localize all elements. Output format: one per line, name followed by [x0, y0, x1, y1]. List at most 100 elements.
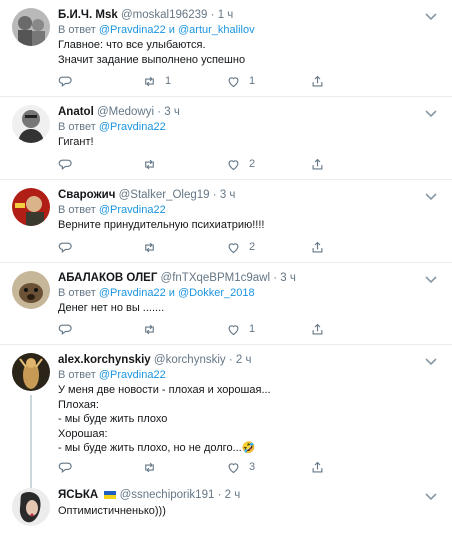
like-icon	[228, 462, 239, 473]
tweet[interactable]: alex.korchynskiy @korchynskiy · 2 ч В от…	[0, 345, 452, 482]
mention-link[interactable]: @artur_khalilov	[178, 24, 255, 36]
user-handle[interactable]: @moskal196239	[121, 9, 207, 21]
mention-link[interactable]: @Dokker_2018	[178, 287, 255, 299]
tweet[interactable]: Anatol @Medowyi · 3 ч В ответ @Pravdina2…	[0, 97, 452, 180]
tweet-text-line: Оптимистичненько)))	[58, 505, 166, 517]
mention-link[interactable]: @Pravdina22	[99, 287, 166, 299]
avatar[interactable]	[12, 353, 50, 391]
share-button[interactable]	[310, 73, 325, 89]
tweet-text-line: У меня две новости - плохая и хорошая...	[58, 384, 271, 396]
display-name[interactable]: Б.И.Ч. Msk	[58, 9, 118, 21]
share-button[interactable]	[310, 459, 325, 475]
user-handle[interactable]: @Medowyi	[97, 106, 154, 118]
like-icon	[228, 159, 239, 170]
like-button[interactable]: 2	[226, 239, 255, 255]
retweet-button[interactable]	[142, 239, 165, 255]
share-icon	[312, 241, 323, 252]
retweet-icon	[145, 462, 154, 472]
tweet-text: Верните принудительную психиатрию!!!!	[58, 218, 442, 233]
avatar[interactable]	[12, 271, 50, 309]
display-name[interactable]: alex.korchynskiy	[58, 354, 151, 366]
share-button[interactable]	[310, 239, 325, 255]
share-button[interactable]	[310, 321, 325, 337]
tweet[interactable]: ЯСЬКА @ssnechiporik191 · 2 ч Оптимистичн…	[0, 480, 452, 550]
tweet-text-line: Плохая:	[58, 398, 99, 411]
display-name[interactable]: Anatol	[58, 106, 94, 118]
like-button[interactable]: 1	[226, 73, 255, 89]
ukraine-flag-icon	[104, 491, 117, 499]
reply-icon	[58, 76, 72, 87]
share-icon	[312, 158, 323, 169]
like-button[interactable]: 1	[226, 321, 255, 337]
timestamp[interactable]: 2 ч	[236, 354, 252, 366]
tweet-text-line: Верните принудительную психиатрию!!!!	[58, 219, 265, 231]
tweet-text-line: Значит задание выполнено успешно	[58, 53, 246, 66]
mention-link[interactable]: @Pravdina22	[99, 204, 166, 216]
share-icon	[312, 323, 323, 334]
share-icon	[312, 461, 323, 472]
share-icon	[312, 75, 323, 86]
avatar[interactable]	[12, 8, 50, 46]
like-button[interactable]: 2	[226, 156, 255, 172]
retweet-button[interactable]: 1	[142, 73, 171, 89]
like-icon	[228, 324, 239, 335]
tweet-content: Б.И.Ч. Msk @moskal196239 · 1 ч В ответ @…	[58, 8, 442, 67]
avatar[interactable]	[12, 488, 50, 526]
separator: ·	[228, 354, 233, 366]
mention-link[interactable]: @Pravdina22	[99, 369, 166, 381]
retweet-button[interactable]	[142, 321, 165, 337]
tweet-text-line: Гигант!	[58, 136, 94, 148]
display-name[interactable]: АБАЛАКОВ ОЛЕГ	[58, 272, 157, 284]
tweet-actions: 1	[58, 321, 358, 337]
reply-button[interactable]	[58, 459, 81, 475]
share-button[interactable]	[310, 156, 325, 172]
reply-prefix: В ответ	[58, 204, 96, 216]
reply-icon	[58, 462, 72, 473]
tweet-text-line: Денег нет но вы .......	[58, 302, 165, 314]
tweet[interactable]: Б.И.Ч. Msk @moskal196239 · 1 ч В ответ @…	[0, 0, 452, 97]
timestamp[interactable]: 3 ч	[280, 272, 296, 284]
separator: ·	[273, 272, 278, 284]
user-handle[interactable]: @korchynskiy	[154, 354, 226, 366]
mention-link[interactable]: @Pravdina22	[99, 24, 166, 36]
separator: ·	[210, 9, 215, 21]
user-handle[interactable]: @ssnechiporik191	[120, 489, 215, 501]
user-handle[interactable]: @Stalker_Oleg19	[119, 189, 210, 201]
like-count: 2	[249, 158, 256, 170]
timestamp[interactable]: 2 ч	[225, 489, 241, 501]
timestamp[interactable]: 3 ч	[220, 189, 236, 201]
reply-prefix: В ответ	[58, 121, 96, 133]
user-handle[interactable]: @fnTXqeBPM1c9awl	[161, 272, 270, 284]
separator: ·	[212, 189, 217, 201]
like-button[interactable]: 3	[226, 459, 255, 475]
reply-button[interactable]	[58, 156, 81, 172]
tweet-content: ЯСЬКА @ssnechiporik191 · 2 ч Оптимистичн…	[58, 488, 442, 519]
like-count: 1	[249, 75, 256, 87]
display-name[interactable]: Сварожич	[58, 189, 115, 201]
avatar[interactable]	[12, 188, 50, 226]
retweet-button[interactable]	[142, 156, 165, 172]
separator: ·	[157, 106, 162, 118]
retweet-icon	[145, 76, 154, 86]
retweet-button[interactable]	[142, 459, 165, 475]
tweet-text-line: Хорошая:	[58, 427, 108, 440]
mention-and[interactable]: и	[169, 287, 175, 299]
reply-button[interactable]	[58, 321, 81, 337]
tweet[interactable]: АБАЛАКОВ ОЛЕГ @fnTXqeBPM1c9awl · 3 ч В о…	[0, 263, 452, 345]
timestamp[interactable]: 3 ч	[164, 106, 180, 118]
reply-button[interactable]	[58, 73, 81, 89]
reply-prefix: В ответ	[58, 24, 96, 36]
avatar[interactable]	[12, 105, 50, 143]
mention-link[interactable]: @Pravdina22	[99, 121, 166, 133]
tweet-text-line: - мы буде жить плохо, но не долго...🤣	[58, 442, 256, 454]
mention-and[interactable]: и	[169, 24, 175, 36]
reply-icon	[58, 242, 72, 253]
reply-button[interactable]	[58, 239, 81, 255]
reply-context: В ответ @Pravdina22	[58, 120, 442, 135]
tweet-actions: 3	[58, 459, 358, 475]
like-count: 3	[249, 461, 256, 473]
display-name[interactable]: ЯСЬКА	[58, 489, 98, 501]
tweet-content: alex.korchynskiy @korchynskiy · 2 ч В от…	[58, 353, 442, 456]
tweet[interactable]: Сварожич @Stalker_Oleg19 · 3 ч В ответ @…	[0, 180, 452, 263]
timestamp[interactable]: 1 ч	[218, 9, 234, 21]
